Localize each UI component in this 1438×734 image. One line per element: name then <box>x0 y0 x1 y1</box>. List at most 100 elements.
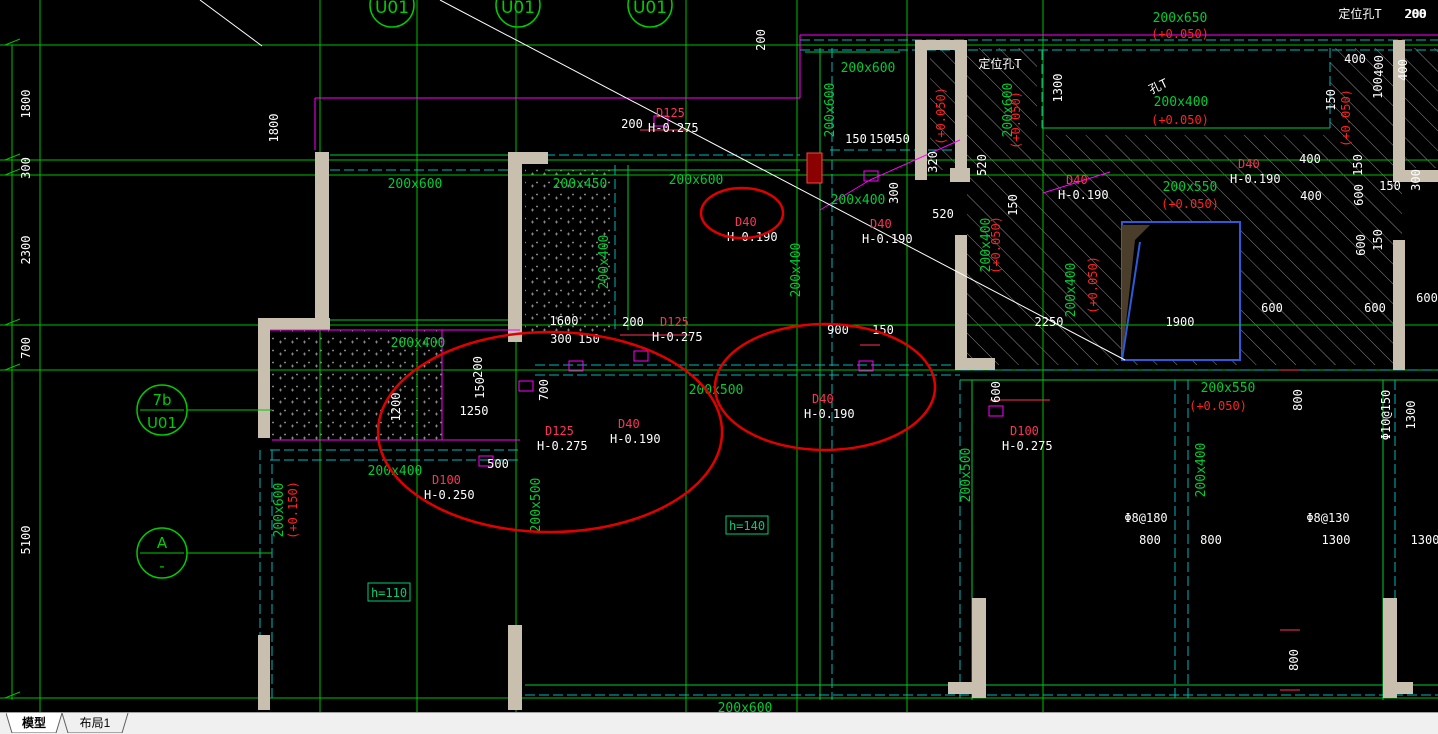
pipe-size-label: D40 <box>735 215 757 229</box>
dimension-label: 2250 <box>1035 315 1064 329</box>
cad-canvas[interactable]: 180030023007005100200x650200x600200x600 2… <box>0 0 1438 712</box>
dimension-label: 450 <box>888 132 910 146</box>
dimension-label: 300 <box>550 332 572 346</box>
dimension-label: 150 <box>1379 179 1401 193</box>
pipe-size-label: D125 <box>545 424 574 438</box>
axis-bubble: U01 <box>495 0 541 28</box>
beam-label: 200x600 <box>669 173 724 188</box>
dimension-label: 300 <box>887 182 901 204</box>
dimension-label: 800 <box>1287 649 1301 671</box>
wall-segment <box>955 358 995 370</box>
pipe-size-label: D40 <box>812 392 834 406</box>
dimension-label: 400 <box>1396 59 1410 81</box>
pipe-elevation-label: H-0.275 <box>537 439 588 453</box>
dimension-label: 600 <box>1354 234 1368 256</box>
elevation-label: (+0.050) <box>1151 27 1209 41</box>
dimension-label: 150 <box>473 377 487 399</box>
pipe-elevation-label: H-0.190 <box>862 232 913 246</box>
dimension-label: 1300 <box>1404 401 1418 430</box>
note-label: 定位孔T <box>978 56 1021 71</box>
axis-bubble: A- <box>136 527 188 579</box>
pipe-size-label: D40 <box>1238 157 1260 171</box>
wall-segment <box>258 318 270 438</box>
leader-line <box>199 0 263 47</box>
pipe-size-label: D40 <box>1066 173 1088 187</box>
axis-bubble-label: - <box>159 557 164 575</box>
beam-label: 200x500 <box>529 478 544 533</box>
pipe-symbol <box>988 405 1004 417</box>
dimension-label: 200 <box>622 315 644 329</box>
elevation-label: (+0.050) <box>1009 91 1023 149</box>
beam-label: 200x400 <box>789 243 804 298</box>
pipe-elevation-label: H-0.190 <box>1058 188 1109 202</box>
axis-bubble-label: 7b <box>152 391 171 409</box>
wall-segment <box>315 152 329 327</box>
dimension-label: 150 <box>1324 89 1338 111</box>
elevation-label: (+0.050) <box>934 87 948 145</box>
beam-label: 200x400 <box>597 235 612 290</box>
dimension-label: 700 <box>537 379 551 401</box>
floor-opening <box>1121 221 1241 361</box>
beam-label: 200x400 <box>1154 95 1209 110</box>
wall-segment <box>1383 682 1413 694</box>
dimension-label: 150 <box>1351 154 1365 176</box>
rebar-label: Φ10@150 <box>1379 390 1393 441</box>
pipe-elevation-label: H-0.190 <box>1230 172 1281 186</box>
axis-bubble-label: U01 <box>501 0 535 18</box>
pipe-size-label: D40 <box>618 417 640 431</box>
axis-bubble-label: A <box>157 534 168 552</box>
elevation-label: (+0.050) <box>1161 197 1219 211</box>
beam-label: 200x400 <box>391 336 446 351</box>
beam-label: 200x450 <box>553 177 608 192</box>
pipe-size-label: D100 <box>1010 424 1039 438</box>
pipe-elevation-label: H-0.275 <box>652 330 703 344</box>
pipe-symbol <box>633 350 649 362</box>
tab-layout1[interactable]: 布局1 <box>62 713 129 733</box>
dimension-label: 800 <box>1139 533 1161 547</box>
beam-label: 200x650 <box>1153 11 1208 26</box>
dimension-label: 150 <box>1006 194 1020 216</box>
slab-thickness-tag: h=140 <box>729 519 765 533</box>
wall-segment <box>955 40 967 180</box>
dimension-label: 200 <box>471 356 485 378</box>
axis-bubble: U01 <box>369 0 415 28</box>
dimension-label: 400 <box>1299 152 1321 166</box>
dimension-label: 1600 <box>550 314 579 328</box>
column-marker <box>806 152 823 184</box>
dimension-label: 300 <box>1409 169 1423 191</box>
wall-segment <box>258 635 270 710</box>
axis-bubble: 7bU01 <box>136 384 188 436</box>
dimension-label: 400 <box>1344 52 1366 66</box>
note-label: 定位孔T <box>1338 6 1381 21</box>
dimension-label: 1200 <box>389 393 403 422</box>
axis-bubble-label: U01 <box>147 414 177 432</box>
wall-segment <box>955 235 967 370</box>
dimension-label: 200 <box>621 117 643 131</box>
pipe-elevation-label: H-0.275 <box>1002 439 1053 453</box>
beam-label: 200x550 <box>1201 381 1256 396</box>
elevation-label: (+0.050) <box>1086 256 1100 314</box>
note-label: 200 <box>1404 7 1426 21</box>
pipe-elevation-label: H-0.250 <box>424 488 475 502</box>
wall-segment <box>508 152 522 342</box>
beam-label: 200x600 <box>388 177 443 192</box>
dimension-label: 1900 <box>1166 315 1195 329</box>
pipe-elevation-label: H-0.275 <box>648 121 699 135</box>
drawing-viewport[interactable]: 1800 300 2300 700 5100 200x650 200x600 200x600 2… <box>0 0 1438 712</box>
slab-thickness-tag: h=110 <box>371 586 407 600</box>
dimension-label: 320 <box>926 151 940 173</box>
left-dim-label: 300 <box>19 157 33 179</box>
dim-tick <box>4 38 21 46</box>
dimension-label: 1300 <box>1322 533 1351 547</box>
beam-label: 200x400 <box>831 193 886 208</box>
dimension-label: 1250 <box>460 404 489 418</box>
tab-label: 布局1 <box>79 716 111 730</box>
markup-circles <box>376 186 937 534</box>
dimension-label: 500 <box>487 457 509 471</box>
elevation-label: (+0.050) <box>989 216 1003 274</box>
left-dim-label: 5100 <box>19 526 33 555</box>
pipe-size-label: D100 <box>432 473 461 487</box>
beam-label: 200x600 <box>272 483 287 538</box>
dimension-label: 800 <box>1291 389 1305 411</box>
tab-model[interactable]: 模型 <box>6 713 63 733</box>
